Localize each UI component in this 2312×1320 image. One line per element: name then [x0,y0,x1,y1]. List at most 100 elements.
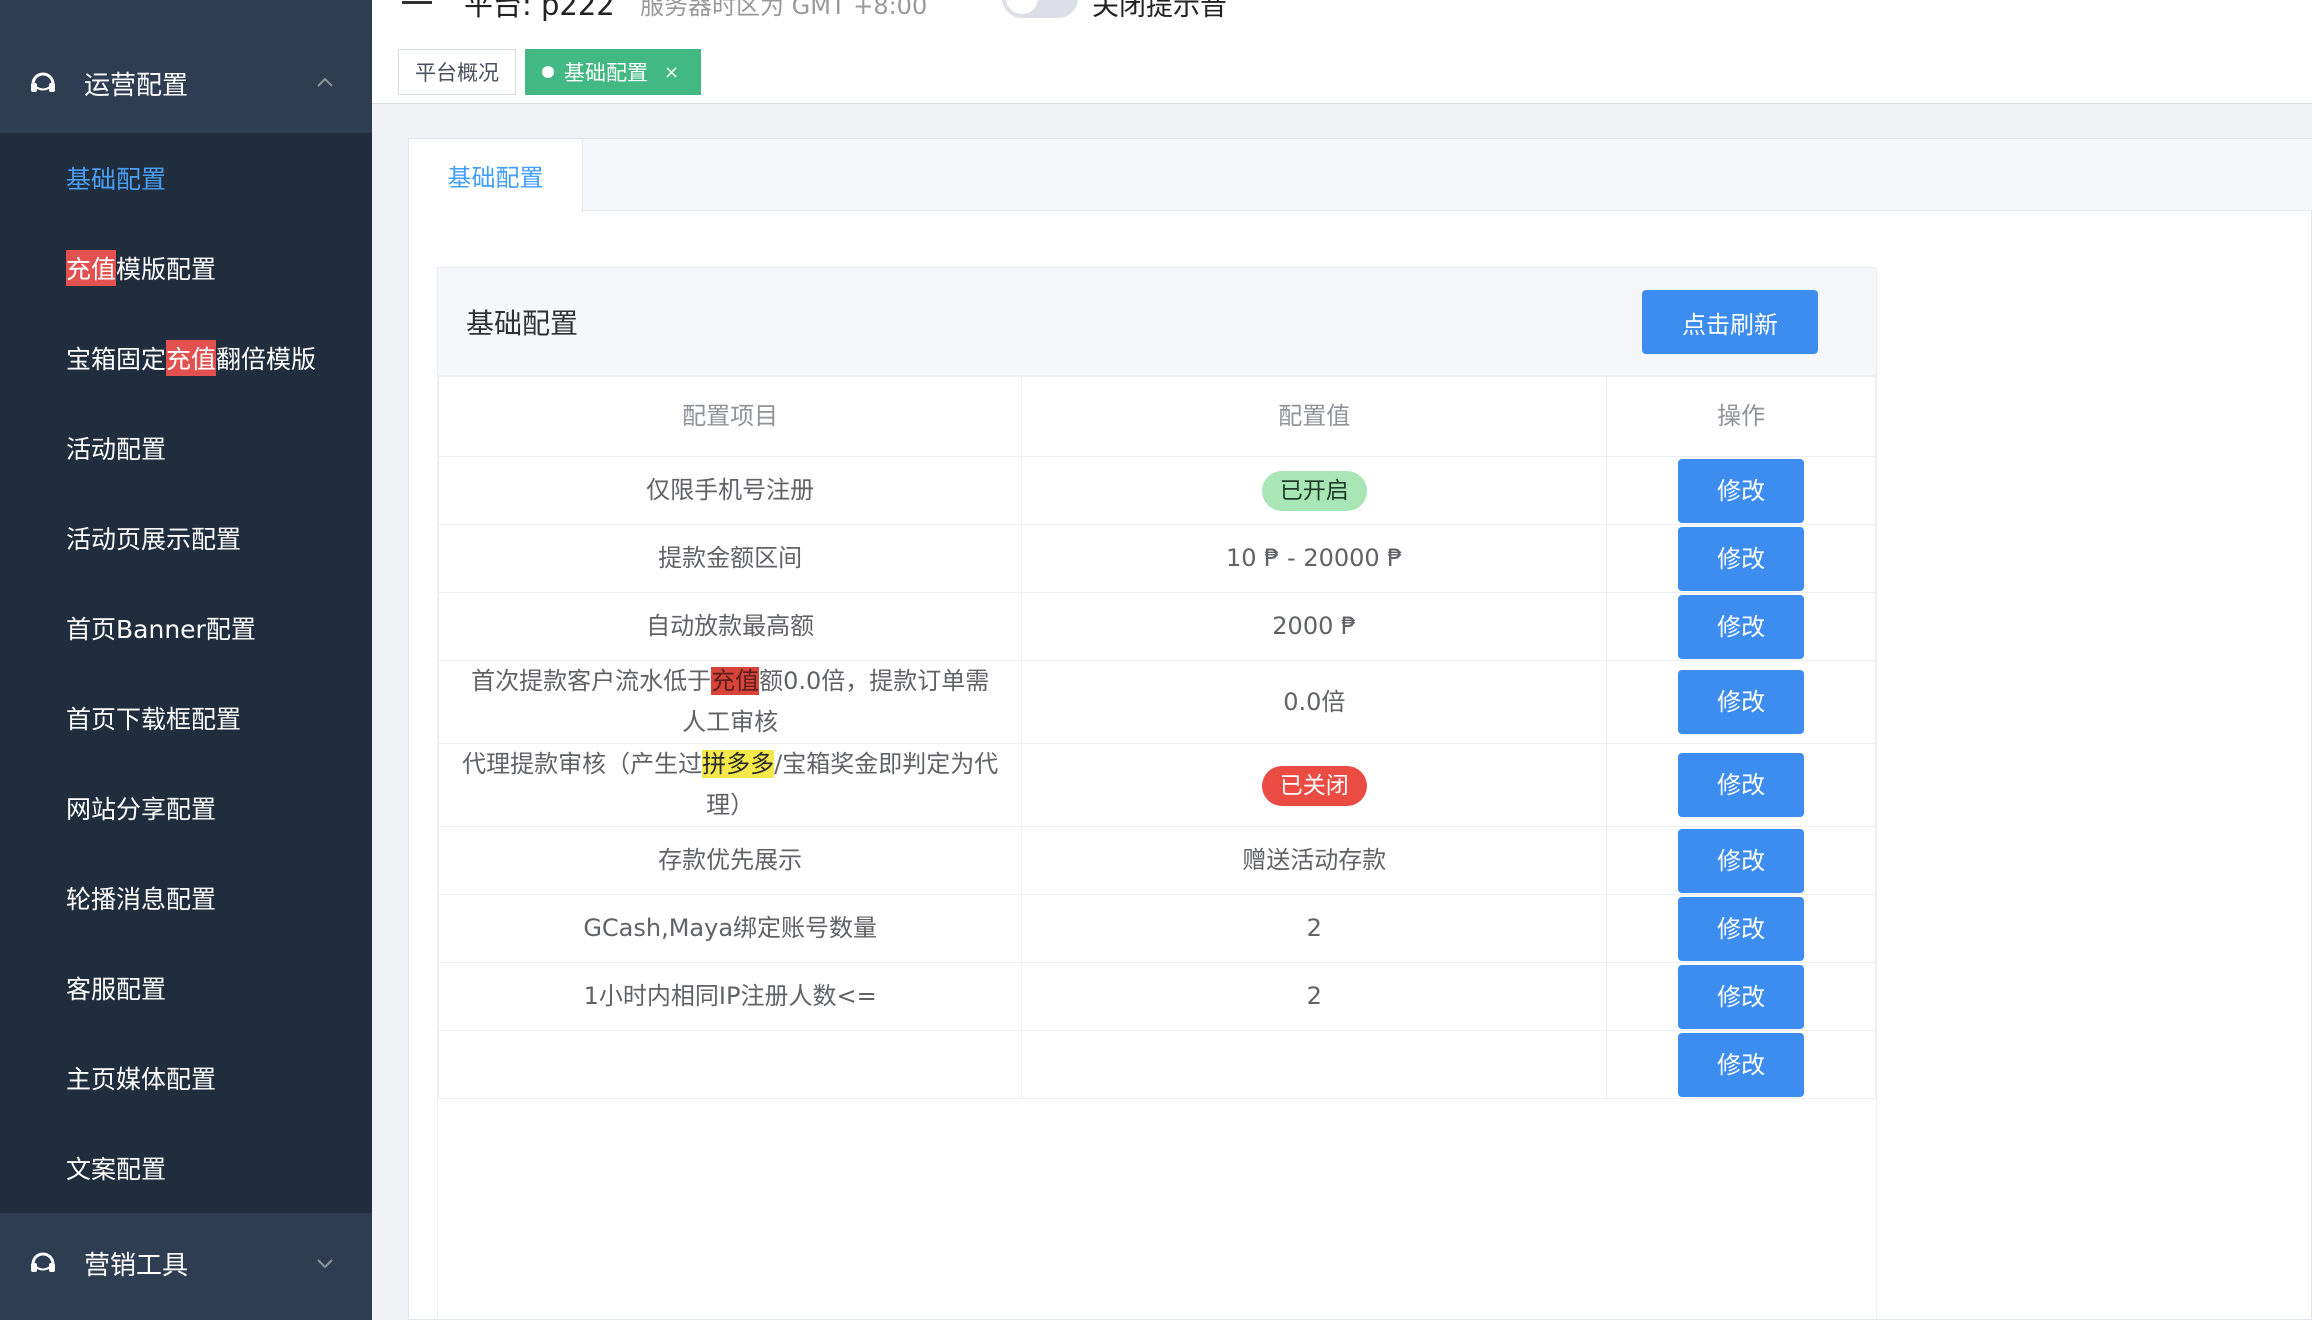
sidebar-item-label: 网站分享配置 [66,795,217,824]
sidebar-item-carousel-message-config[interactable]: 轮播消息配置 [0,853,372,943]
config-table: 配置项目 配置值 操作 仅限手机号注册 已开启 修改 提款金额区间 10 ₱ -… [437,376,1876,1099]
sidebar-item-activity-page-config[interactable]: 活动页展示配置 [0,493,372,583]
submenu-operations-items: 基础配置 充值 模版配置 宝箱固定 充值 翻倍模版 活动配置 活动页展示配置 首页Ba… [0,133,372,1213]
edit-button[interactable]: 修改 [1678,964,1805,1029]
action-cell: 修改 [1606,524,1876,593]
table-row: 首次提款客户流水低于充值额0.0倍，提款订单需人工审核 0.0倍 修改 [437,660,1876,744]
config-name: 首次提款客户流水低于充值额0.0倍，提款订单需人工审核 [437,660,1023,744]
config-name: 存款优先展示 [437,826,1023,895]
config-name: 自动放款最高额 [437,592,1023,661]
table-row: 存款优先展示 赠送活动存款 修改 [437,826,1876,895]
submenu-marketing-label: 营销工具 [84,1250,189,1281]
status-badge: 已关闭 [1261,765,1367,806]
server-timezone: 服务器时区为 GMT +8:00 [640,0,928,20]
action-cell: 修改 [1606,826,1876,895]
config-name: 代理提款审核（产生过拼多多/宝箱奖金即判定为代理） [437,743,1023,827]
config-name: 仅限手机号注册 [437,456,1023,525]
edit-button[interactable]: 修改 [1678,828,1805,893]
sidebar-item-copywriting-config[interactable]: 文案配置 [0,1123,372,1213]
sidebar-item-label: 轮播消息配置 [66,885,217,914]
chevron-down-icon [317,1259,333,1269]
action-cell: 修改 [1606,894,1876,963]
sidebar-item-label: 主页媒体配置 [66,1065,217,1094]
submenu-marketing[interactable]: 营销工具 [0,1213,372,1313]
table-header-row: 配置项目 配置值 操作 [437,376,1876,457]
action-cell: 修改 [1606,660,1876,744]
edit-button[interactable]: 修改 [1678,1032,1805,1097]
action-cell: 修改 [1606,743,1876,827]
close-icon[interactable]: × [664,62,679,83]
sound-toggle[interactable] [1002,0,1078,18]
table-row: 自动放款最高额 2000 ₱ 修改 [437,592,1876,661]
sidebar-item-recharge-template[interactable]: 充值 模版配置 [0,223,372,313]
sidebar-item-customer-service-config[interactable]: 客服配置 [0,943,372,1033]
sound-toggle-label: 关闭提示音 [1092,0,1227,22]
highlight-text: 充值 [66,250,117,286]
sidebar-item-download-box-config[interactable]: 首页下载框配置 [0,673,372,763]
hamburger-icon[interactable] [402,0,432,12]
sidebar-item-label: 模版配置 [116,255,217,284]
config-value [1021,1030,1608,1099]
sidebar: 运营配置 基础配置 充值 模版配置 宝箱固定 充值 翻倍模版 活动配置 活动页展示配置 [0,0,372,1320]
panel-header: 基础配置 点击刷新 [438,268,1876,376]
config-value: 2 [1021,894,1608,963]
tags-view: 平台概况 基础配置 × [372,40,2312,104]
config-panel: 基础配置 点击刷新 配置项目 配置值 操作 仅限手机号注册 已开启 修改 提款金… [437,267,1877,1320]
config-value: 2000 ₱ [1021,592,1608,661]
sidebar-item-label: 首页Banner配置 [66,615,256,644]
sidebar-item-label: 基础配置 [66,165,167,194]
sidebar-item-label: 客服配置 [66,975,167,1004]
table-row: GCash,Maya绑定账号数量 2 修改 [437,894,1876,963]
table-row: 代理提款审核（产生过拼多多/宝箱奖金即判定为代理） 已关闭 修改 [437,743,1876,827]
highlight-text: 拼多多 [702,750,775,778]
config-value: 已开启 [1021,456,1608,525]
config-value: 已关闭 [1021,743,1608,827]
edit-button[interactable]: 修改 [1678,594,1805,659]
tag-basic-config[interactable]: 基础配置 × [525,49,701,95]
sidebar-item-chest-recharge-template[interactable]: 宝箱固定 充值 翻倍模版 [0,313,372,403]
sidebar-item-banner-config[interactable]: 首页Banner配置 [0,583,372,673]
config-name-text: 代理提款审核（产生过 [462,750,703,778]
tab-basic-config[interactable]: 基础配置 [409,139,583,212]
sidebar-item-media-config[interactable]: 主页媒体配置 [0,1033,372,1123]
sidebar-item-label: 首页下载框配置 [66,705,242,734]
dot-icon [542,66,554,78]
table-row: 修改 [437,1030,1876,1099]
column-header-action: 操作 [1606,376,1876,457]
sidebar-item-label: 活动配置 [66,435,167,464]
config-value: 赠送活动存款 [1021,826,1608,895]
edit-button[interactable]: 修改 [1678,458,1805,523]
chevron-up-icon [317,77,333,87]
tag-platform-overview[interactable]: 平台概况 [398,49,516,95]
sidebar-item-share-config[interactable]: 网站分享配置 [0,763,372,853]
navbar: 平台: p222 服务器时区为 GMT +8:00 关闭提示音 [372,0,2312,40]
refresh-button[interactable]: 点击刷新 [1642,290,1818,354]
edit-button[interactable]: 修改 [1678,753,1805,817]
action-cell: 修改 [1606,592,1876,661]
edit-button[interactable]: 修改 [1678,670,1805,734]
sidebar-item-label: 宝箱固定 [66,345,167,374]
column-header-item: 配置项目 [437,376,1023,457]
platform-name: 平台: p222 [464,0,615,22]
sidebar-item-activity-config[interactable]: 活动配置 [0,403,372,493]
table-row: 提款金额区间 10 ₱ - 20000 ₱ 修改 [437,524,1876,593]
edit-button[interactable]: 修改 [1678,526,1805,591]
config-name: GCash,Maya绑定账号数量 [437,894,1023,963]
config-value: 10 ₱ - 20000 ₱ [1021,524,1608,593]
config-name: 提款金额区间 [437,524,1023,593]
highlight-text: 充值 [166,340,217,376]
edit-button[interactable]: 修改 [1678,896,1805,961]
headset-icon [31,72,55,92]
config-name: 1小时内相同IP注册人数<= [437,962,1023,1031]
submenu-operations-label: 运营配置 [84,70,189,101]
tabs-header: 基础配置 [409,139,2312,212]
sidebar-item-basic-config[interactable]: 基础配置 [0,133,372,223]
config-value: 0.0倍 [1021,660,1608,744]
action-cell: 修改 [1606,456,1876,525]
config-value: 2 [1021,962,1608,1031]
tag-label: 基础配置 [564,61,648,85]
main-content: 基础配置 基础配置 点击刷新 配置项目 配置值 操作 仅限手机号注册 已开启 修… [372,104,2312,1320]
submenu-operations[interactable]: 运营配置 [0,33,372,133]
table-row: 1小时内相同IP注册人数<= 2 修改 [437,962,1876,1031]
panel-title: 基础配置 [466,307,579,340]
